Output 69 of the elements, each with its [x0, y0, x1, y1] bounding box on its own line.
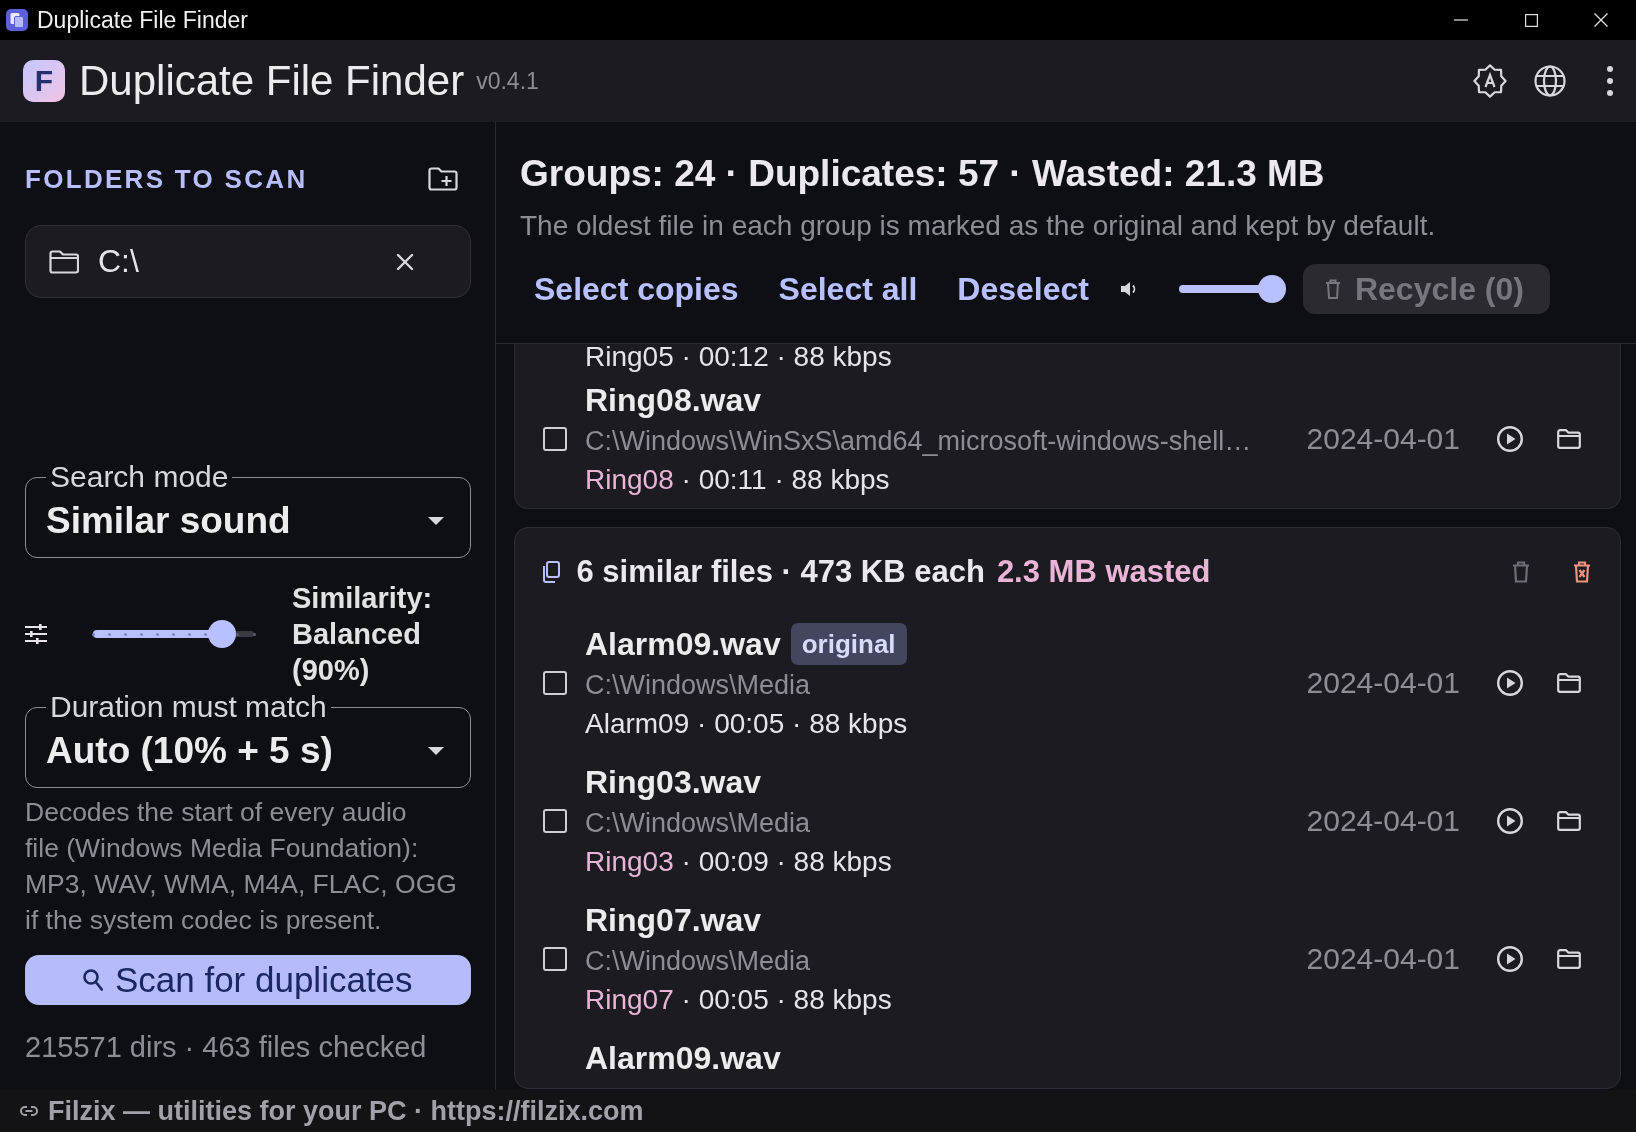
search-icon — [82, 969, 103, 991]
file-checkbox[interactable] — [543, 809, 567, 833]
file-path: C:\Windows\Media — [585, 669, 811, 702]
speaker-icon — [1119, 280, 1138, 298]
file-name: Ring07.wav — [585, 901, 762, 940]
file-checkbox[interactable] — [543, 671, 567, 695]
maximize-icon[interactable] — [1524, 13, 1538, 27]
file-date: 2024-04-01 — [1306, 422, 1460, 456]
file-meta: Alarm09 · 00:05 · 88 kbps — [585, 707, 908, 741]
slider-thumb[interactable] — [1257, 275, 1286, 303]
file-date: 2024-04-01 — [1306, 666, 1460, 700]
results-hint: The oldest file in each group is marked as the original and kept by default. — [520, 209, 1436, 243]
wasted-size: 2.3 MB wasted — [996, 554, 1211, 590]
folder-plus-icon[interactable] — [427, 166, 458, 192]
globe-icon[interactable] — [1534, 65, 1566, 97]
similarity-label: Similarity: Balanced (90%) — [292, 581, 434, 688]
file-name: Alarm09.wav — [585, 1039, 781, 1078]
caret-icon — [427, 517, 444, 525]
folder-icon[interactable] — [1557, 949, 1581, 969]
window-title: Duplicate File Finder — [37, 6, 248, 34]
file-checkbox[interactable] — [543, 427, 567, 451]
action-button[interactable]: Select copies — [520, 264, 753, 314]
app-icon — [6, 9, 28, 31]
version-label: v0.4.1 — [476, 67, 539, 95]
file-name: Ring08.wav — [585, 381, 762, 420]
scan-stats-text: 215571 dirs · 463 files checked — [25, 1031, 427, 1063]
folder-path: C:\ — [98, 243, 139, 280]
trash-x-icon[interactable] — [1573, 561, 1591, 583]
close-icon[interactable] — [1594, 13, 1608, 27]
slider-thumb[interactable] — [207, 620, 236, 648]
folder-icon[interactable] — [1557, 673, 1581, 693]
app-title: Duplicate File Finder — [79, 57, 465, 105]
file-name: Ring03.wav — [585, 763, 762, 802]
action-button[interactable]: Deselect — [943, 264, 1103, 314]
copies-icon — [540, 561, 560, 583]
file-path: C:\Windows\Media — [585, 807, 811, 840]
link-icon — [20, 1106, 38, 1116]
action-button[interactable]: Select all — [764, 264, 932, 314]
play-icon[interactable] — [1497, 946, 1523, 972]
group-summary: 6 similar files · 473 KB each — [576, 554, 985, 590]
file-meta: Ring07 · 00:05 · 88 kbps — [585, 983, 892, 1017]
file-name: Alarm09.wav — [585, 625, 781, 664]
file-meta: Ring05 · 00:12 · 88 kbps — [585, 344, 892, 370]
file-date: 2024-04-01 — [1306, 942, 1460, 976]
scan-button[interactable]: Scan for duplicates — [25, 955, 471, 1005]
file-meta: Ring03 · 00:09 · 88 kbps — [585, 845, 892, 879]
brightness-auto-icon[interactable] — [1473, 64, 1507, 98]
close-icon[interactable] — [395, 252, 414, 271]
file-path: C:\Windows\WinSxS\amd64_microsoft-windows-shell… — [585, 425, 1252, 458]
sliders-icon — [25, 624, 47, 644]
file-meta: Ring08 · 00:11 · 88 kbps — [585, 463, 890, 497]
results-summary: Groups: 24 · Duplicates: 57 · Wasted: 21.3 MB — [520, 152, 1325, 196]
app-logo: F — [23, 60, 65, 102]
file-date: 2024-04-01 — [1306, 804, 1460, 838]
description-text: Decodes the start of every audio file (Windows Media Foundation): MP3, WAV, WMA, M4A, FLAC, OGG if the system codec is present. — [25, 796, 458, 937]
play-icon[interactable] — [1497, 426, 1523, 452]
folder-icon — [49, 249, 79, 274]
trash-icon[interactable] — [1512, 561, 1530, 583]
play-icon[interactable] — [1497, 808, 1523, 834]
folder-icon[interactable] — [1557, 429, 1581, 449]
section-title: FOLDERS TO SCAN — [25, 163, 308, 195]
caret-icon — [427, 747, 444, 755]
file-checkbox[interactable] — [543, 947, 567, 971]
more-icon[interactable] — [1607, 66, 1613, 96]
file-path: C:\Windows\Media — [585, 945, 811, 978]
original-badge: original — [790, 623, 907, 665]
play-icon[interactable] — [1497, 670, 1523, 696]
trash-icon — [1324, 279, 1341, 299]
folder-icon[interactable] — [1557, 811, 1581, 831]
